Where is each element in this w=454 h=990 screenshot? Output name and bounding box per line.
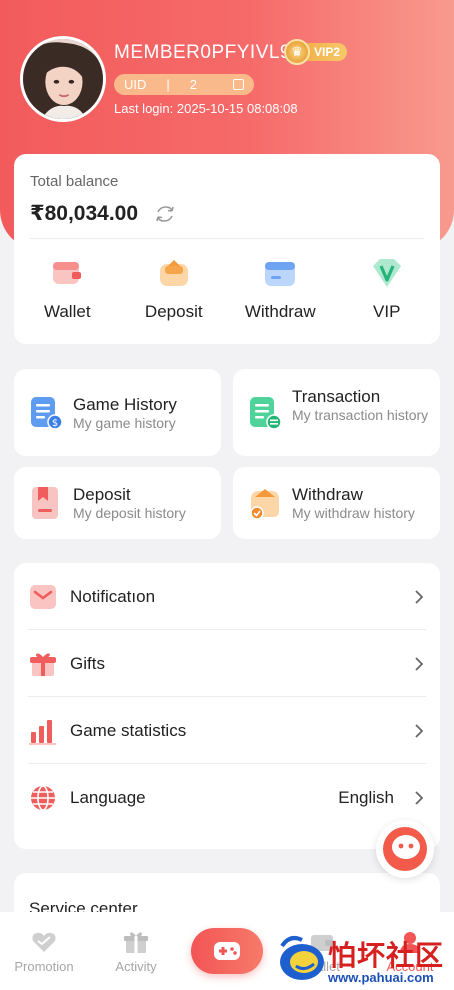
vip-action[interactable]: VIP (334, 254, 441, 322)
nav-activity-label: Activity (115, 959, 157, 974)
game-history-card[interactable]: $ Game History My game history (14, 369, 221, 456)
nav-activity[interactable]: Activity (96, 930, 176, 974)
nav-promotion[interactable]: Promotion (4, 930, 84, 974)
svg-text:$: $ (52, 418, 58, 429)
chevron-right-icon (415, 656, 424, 671)
uid-value: 2 (189, 77, 198, 92)
balance-value: ₹80,034.00 (30, 202, 139, 225)
member-name: MEMBER0PFYIVL9 (114, 42, 291, 63)
gift-box-icon (124, 932, 148, 953)
deposit-history-subtitle: My deposit history (73, 505, 186, 521)
wallet-icon (53, 262, 82, 284)
gift-icon (30, 652, 56, 676)
game-lobby-button[interactable] (191, 928, 263, 974)
refresh-icon[interactable] (154, 204, 176, 224)
withdraw-action[interactable]: Withdraw (227, 254, 334, 322)
last-login-text: Last login: 2025-10-15 08:08:08 (114, 101, 298, 116)
crown-icon: ♛ (284, 39, 310, 65)
watermark-logo: 怕坏社区 www.pahuai.com (276, 930, 450, 990)
deposit-action[interactable]: Deposit (121, 254, 228, 322)
watermark-url: www.pahuai.com (328, 970, 434, 985)
notification-icon (30, 584, 56, 609)
diamond-heart-icon (32, 932, 56, 952)
divider (30, 238, 424, 239)
chevron-right-icon (415, 723, 424, 738)
language-label: Language (70, 787, 146, 807)
transaction-subtitle: My transaction history (292, 407, 429, 423)
chat-bot-icon (383, 827, 427, 871)
gifts-label: Gifts (70, 653, 105, 673)
balance-card: Total balance ₹80,034.00 Wallet Deposit (14, 154, 440, 344)
language-row[interactable]: Language English (14, 764, 440, 831)
bar-chart-icon (29, 719, 56, 745)
globe-icon (31, 784, 55, 811)
language-value: English (338, 787, 394, 807)
copy-icon[interactable] (233, 79, 244, 90)
withdraw-history-title: Withdraw (292, 485, 363, 504)
transaction-card[interactable]: Transaction My transaction history (233, 369, 440, 456)
avatar-image (23, 39, 103, 119)
gamepad-icon (214, 942, 240, 960)
game-statistics-label: Game statistics (70, 720, 187, 740)
uid-pill: UID | 2 (114, 74, 254, 95)
quick-actions: Wallet Deposit Withdraw VIP (14, 254, 440, 322)
deposit-label: Deposit (144, 302, 203, 321)
game-history-icon: $ (31, 397, 63, 430)
game-history-subtitle: My game history (73, 415, 176, 431)
notification-row[interactable]: Notificatıon (14, 563, 440, 630)
transaction-title: Transaction (292, 387, 381, 406)
settings-list: Notificatıon Gifts Game statistics Langu… (14, 563, 440, 849)
deposit-history-icon (32, 487, 58, 519)
vip-level-label: VIP2 (304, 43, 348, 61)
notification-label: Notificatıon (70, 586, 156, 606)
withdraw-label: Withdraw (244, 302, 316, 321)
withdraw-history-subtitle: My withdraw history (292, 505, 415, 521)
chevron-right-icon (415, 589, 424, 604)
avatar[interactable] (20, 36, 106, 122)
vip-label: VIP (373, 302, 401, 321)
wallet-action[interactable]: Wallet (14, 254, 121, 322)
transaction-icon (250, 397, 282, 430)
withdraw-history-icon (250, 489, 279, 520)
watermark-emblem-icon (280, 936, 324, 980)
wallet-label: Wallet (43, 302, 91, 321)
customer-service-button[interactable] (376, 820, 434, 878)
game-statistics-row[interactable]: Game statistics (14, 697, 440, 764)
deposit-icon (159, 260, 188, 286)
deposit-history-card[interactable]: Deposit My deposit history (14, 467, 221, 539)
gifts-row[interactable]: Gifts (14, 630, 440, 697)
nav-promotion-label: Promotion (14, 959, 74, 974)
game-history-title: Game History (73, 395, 177, 414)
withdraw-icon (265, 262, 296, 286)
vip-badge: ♛ VIP2 (284, 38, 348, 66)
deposit-history-title: Deposit (73, 485, 131, 504)
watermark-text: 怕坏社区 (328, 939, 445, 972)
withdraw-history-card[interactable]: Withdraw My withdraw history (233, 467, 440, 539)
vip-icon (372, 259, 401, 287)
chevron-right-icon (415, 790, 424, 805)
uid-label: UID (124, 77, 147, 92)
balance-label: Total balance (30, 173, 119, 190)
uid-separator: | (166, 77, 170, 92)
